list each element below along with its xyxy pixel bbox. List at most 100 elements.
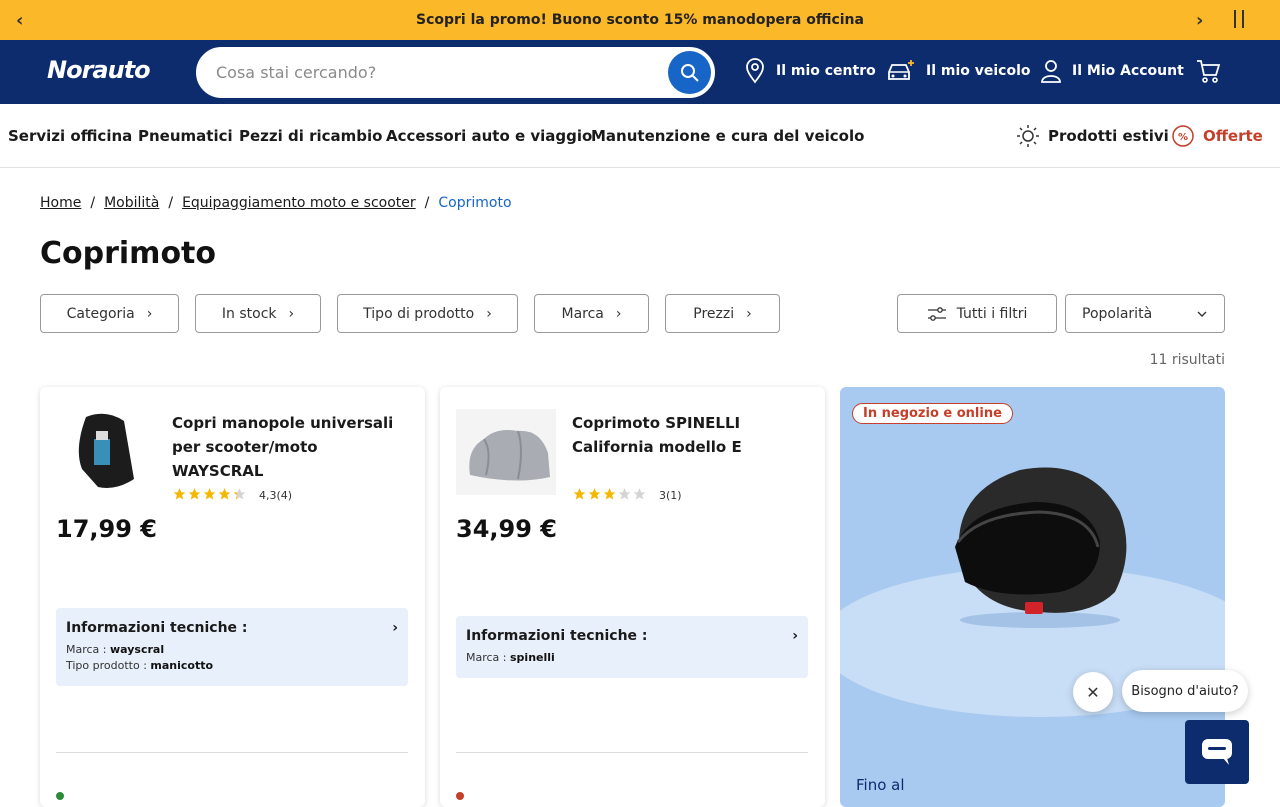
- chevron-right-icon: ›: [792, 628, 798, 644]
- star-icon: [188, 488, 201, 500]
- filter-categoria[interactable]: Categoria ›: [40, 294, 179, 333]
- breadcrumb: Home / Mobilità / Equipaggiamento moto e s…: [40, 195, 512, 211]
- close-icon: ✕: [1086, 682, 1100, 702]
- my-account-link[interactable]: Il Mio Account: [1040, 58, 1184, 84]
- filter-label: Prezzi: [693, 305, 735, 322]
- chevron-right-icon: ›: [746, 305, 752, 322]
- chevron-right-icon: ›: [615, 305, 622, 322]
- product-image[interactable]: [56, 409, 156, 495]
- search-button[interactable]: [668, 51, 711, 94]
- chat-close-button[interactable]: ✕: [1073, 672, 1113, 712]
- nav-offerte[interactable]: % Offerte: [1171, 124, 1263, 148]
- nav-pezzi-ricambio[interactable]: Pezzi di ricambio: [239, 127, 382, 145]
- breadcrumb-mobilita[interactable]: Mobilità: [104, 195, 159, 211]
- spec-label: Tipo prodotto :: [66, 659, 151, 672]
- breadcrumb-separator: /: [90, 195, 96, 211]
- nav-servizi-officina[interactable]: Servizi officina: [8, 127, 132, 145]
- spec-label: Marca :: [466, 651, 510, 664]
- percent-icon: %: [1172, 125, 1194, 147]
- promo-bar: ‹ Scopri la promo! Buono sconto 15% mano…: [0, 0, 1280, 40]
- promo-text[interactable]: Scopri la promo! Buono sconto 15% manodo…: [416, 12, 864, 28]
- breadcrumb-home[interactable]: Home: [40, 195, 81, 211]
- nav-manutenzione[interactable]: Manutenzione e cura del veicolo: [591, 127, 864, 145]
- filter-in-stock[interactable]: In stock ›: [195, 294, 321, 333]
- cart-icon: [1197, 60, 1220, 83]
- star-rating-icon: [572, 487, 647, 504]
- availability-dot: [456, 792, 464, 800]
- sort-select[interactable]: Popolarità: [1065, 294, 1225, 333]
- car-add-icon: [888, 60, 914, 80]
- card-divider: [56, 752, 408, 753]
- sort-value: Popolarità: [1082, 305, 1153, 322]
- tech-info-title: Informazioni tecniche :: [66, 620, 248, 636]
- my-vehicle-link[interactable]: Il mio veicolo: [886, 58, 1031, 84]
- product-card[interactable]: Copri manopole universali per scooter/mo…: [40, 387, 425, 807]
- star-icon: [573, 488, 586, 500]
- spec-label: Marca :: [66, 643, 110, 656]
- map-pin-icon: [746, 58, 764, 84]
- site-header: Norauto Il mio centro Il mio veicolo Il …: [0, 40, 1280, 104]
- star-icon: [218, 488, 231, 500]
- availability: [56, 792, 70, 800]
- spec-value: wayscral: [110, 643, 165, 656]
- product-card[interactable]: Coprimoto SPINELLI California modello E …: [440, 387, 825, 807]
- chat-help-bubble[interactable]: Bisogno d'aiuto?: [1122, 670, 1248, 712]
- product-price: 34,99 €: [456, 515, 557, 543]
- star-icon: [633, 488, 646, 500]
- star-icon: [233, 488, 246, 500]
- product-rating: 3(1): [572, 487, 682, 504]
- star-icon: [603, 488, 616, 500]
- star-icon: [203, 488, 216, 500]
- pause-icon[interactable]: [1234, 10, 1244, 28]
- nav-accessori[interactable]: Accessori auto e viaggio: [386, 127, 592, 145]
- all-filters-button[interactable]: Tutti i filtri: [897, 294, 1057, 333]
- filter-marca[interactable]: Marca ›: [534, 294, 649, 333]
- star-rating-icon: [172, 487, 247, 504]
- all-filters-label: Tutti i filtri: [956, 305, 1028, 322]
- chevron-left-icon[interactable]: ‹: [16, 10, 23, 31]
- product-image[interactable]: [456, 409, 556, 495]
- nav-prodotti-estivi[interactable]: Prodotti estivi: [1016, 124, 1169, 148]
- star-icon: [173, 488, 186, 500]
- filter-label: Tipo di prodotto: [363, 305, 475, 322]
- promo-banner-card[interactable]: In negozio e online Fino al: [840, 387, 1225, 807]
- category-nav: Servizi officina Pneumatici Pezzi di ric…: [0, 104, 1280, 168]
- filter-label: Categoria: [66, 305, 135, 322]
- sliders-icon: [927, 306, 946, 321]
- rating-text: 4,3(4): [259, 489, 293, 502]
- availability: [456, 792, 470, 800]
- star-icon: [588, 488, 601, 500]
- product-price: 17,99 €: [56, 515, 157, 543]
- my-center-label: Il mio centro: [776, 63, 876, 79]
- filter-prezzi[interactable]: Prezzi ›: [665, 294, 780, 333]
- chevron-down-icon: [1197, 311, 1207, 317]
- search-input[interactable]: [216, 49, 656, 96]
- chevron-right-icon: ›: [392, 620, 398, 636]
- chevron-right-icon[interactable]: ›: [1196, 10, 1203, 31]
- promo-badge: In negozio e online: [852, 403, 1013, 424]
- cart-button[interactable]: [1196, 58, 1230, 84]
- card-divider: [456, 752, 808, 753]
- tech-info-title: Informazioni tecniche :: [466, 628, 648, 644]
- spec-row: Marca : wayscral: [66, 642, 398, 658]
- svg-text:%: %: [1178, 132, 1188, 143]
- breadcrumb-equipaggiamento[interactable]: Equipaggiamento moto e scooter: [182, 195, 416, 211]
- my-account-label: Il Mio Account: [1072, 63, 1184, 79]
- norauto-logo[interactable]: Norauto: [47, 56, 151, 84]
- tech-info-box[interactable]: Informazioni tecniche : › Marca : spinell…: [456, 616, 808, 678]
- filter-label: Marca: [561, 305, 604, 322]
- tech-info-box[interactable]: Informazioni tecniche : › Marca : wayscra…: [56, 608, 408, 686]
- chat-launcher-button[interactable]: [1185, 720, 1249, 784]
- product-rating: 4,3(4): [172, 487, 292, 504]
- filter-label: In stock: [221, 305, 277, 322]
- filter-tipo-prodotto[interactable]: Tipo di prodotto ›: [337, 294, 518, 333]
- promo-fino-text: Fino al: [856, 776, 905, 794]
- page-title: Coprimoto: [40, 236, 217, 271]
- my-center-link[interactable]: Il mio centro: [744, 58, 876, 84]
- nav-pneumatici[interactable]: Pneumatici: [138, 127, 233, 145]
- product-title[interactable]: Copri manopole universali per scooter/mo…: [172, 411, 412, 483]
- chat-icon: [1202, 739, 1232, 765]
- spec-row: Tipo prodotto : manicotto: [66, 658, 398, 674]
- spec-value: spinelli: [510, 651, 555, 664]
- product-title[interactable]: Coprimoto SPINELLI California modello E: [572, 411, 812, 459]
